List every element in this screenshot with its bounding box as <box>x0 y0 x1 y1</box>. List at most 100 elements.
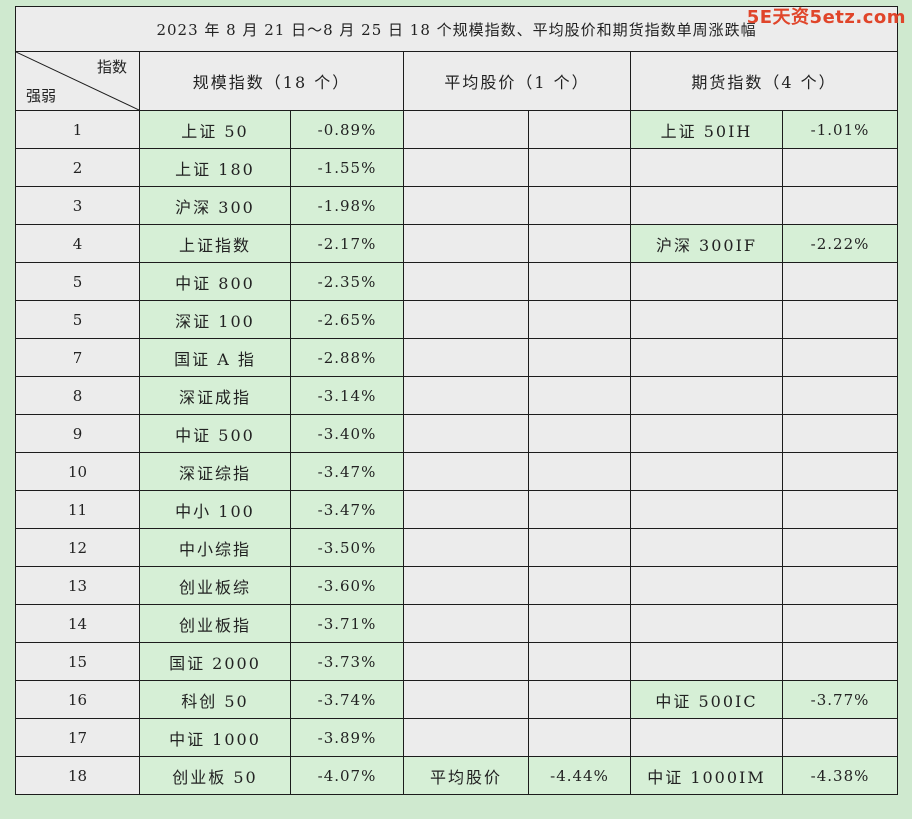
average-price-change <box>528 718 631 757</box>
futures-index-change <box>781 338 899 377</box>
rank-cell: 10 <box>15 452 140 491</box>
table-row: 7 国证 A 指 -2.88% <box>15 338 899 377</box>
average-price-change <box>528 338 631 377</box>
table-row: 14 创业板指 -3.71% <box>15 604 899 643</box>
futures-index-name <box>630 452 783 491</box>
scale-index-change: -3.50% <box>290 528 404 567</box>
average-price-change <box>528 376 631 415</box>
futures-index-name: 中证 500IC <box>630 680 783 719</box>
futures-index-change <box>781 528 899 567</box>
average-price-change <box>528 148 631 187</box>
corner-label-strength: 强弱 <box>26 87 57 105</box>
rank-cell: 18 <box>15 756 140 795</box>
table-row: 11 中小 100 -3.47% <box>15 490 899 529</box>
average-price-name <box>403 300 529 339</box>
futures-index-change <box>781 148 899 187</box>
average-price-name <box>403 604 529 643</box>
average-price-name <box>403 528 529 567</box>
table-row: 17 中证 1000 -3.89% <box>15 718 899 757</box>
table-row: 15 国证 2000 -3.73% <box>15 642 899 681</box>
futures-index-change <box>781 642 899 681</box>
scale-index-name: 深证成指 <box>139 376 291 415</box>
scale-index-name: 上证指数 <box>139 224 291 263</box>
corner-header: 指数 强弱 <box>15 51 140 111</box>
scale-index-name: 中小综指 <box>139 528 291 567</box>
header-row: 指数 强弱 规模指数（18 个） 平均股价（1 个） 期货指数（4 个） <box>15 51 899 111</box>
scale-index-name: 中小 100 <box>139 490 291 529</box>
average-price-change <box>528 414 631 453</box>
rank-cell: 13 <box>15 566 140 605</box>
rank-cell: 17 <box>15 718 140 757</box>
futures-index-change: -4.38% <box>781 756 899 795</box>
average-price-change <box>528 300 631 339</box>
futures-index-name <box>630 186 783 225</box>
rank-cell: 5 <box>15 262 140 301</box>
scale-index-change: -4.07% <box>290 756 404 795</box>
table-row: 8 深证成指 -3.14% <box>15 376 899 415</box>
table-row: 16 科创 50 -3.74% 中证 500IC -3.77% <box>15 680 899 719</box>
average-price-change <box>528 604 631 643</box>
futures-index-name <box>630 338 783 377</box>
futures-index-name <box>630 262 783 301</box>
futures-index-name: 沪深 300IF <box>630 224 783 263</box>
futures-index-name <box>630 148 783 187</box>
futures-index-name <box>630 642 783 681</box>
futures-index-change: -1.01% <box>781 110 899 149</box>
futures-index-change <box>781 718 899 757</box>
average-price-name <box>403 224 529 263</box>
average-price-change <box>528 110 631 149</box>
rank-cell: 5 <box>15 300 140 339</box>
scale-index-name: 创业板 50 <box>139 756 291 795</box>
table-row: 13 创业板综 -3.60% <box>15 566 899 605</box>
futures-index-change <box>781 452 899 491</box>
scale-index-name: 中证 1000 <box>139 718 291 757</box>
rank-cell: 4 <box>15 224 140 263</box>
table-row: 9 中证 500 -3.40% <box>15 414 899 453</box>
corner-label-index: 指数 <box>96 58 127 76</box>
scale-index-change: -3.73% <box>290 642 404 681</box>
table-row: 12 中小综指 -3.50% <box>15 528 899 567</box>
futures-index-name: 中证 1000IM <box>630 756 783 795</box>
scale-index-name: 深证综指 <box>139 452 291 491</box>
futures-index-name <box>630 490 783 529</box>
header-scale-index: 规模指数（18 个） <box>139 51 404 111</box>
futures-index-change <box>781 186 899 225</box>
scale-index-change: -0.89% <box>290 110 404 149</box>
average-price-name <box>403 262 529 301</box>
scale-index-name: 科创 50 <box>139 680 291 719</box>
table-row: 5 中证 800 -2.35% <box>15 262 899 301</box>
header-average-price: 平均股价（1 个） <box>403 51 631 111</box>
table-row: 18 创业板 50 -4.07% 平均股价 -4.44% 中证 1000IM -4.38% <box>15 756 899 795</box>
futures-index-name <box>630 718 783 757</box>
average-price-change <box>528 224 631 263</box>
average-price-name <box>403 718 529 757</box>
rank-cell: 14 <box>15 604 140 643</box>
futures-index-change <box>781 566 899 605</box>
average-price-name <box>403 338 529 377</box>
rank-cell: 7 <box>15 338 140 377</box>
scale-index-name: 上证 50 <box>139 110 291 149</box>
average-price-name <box>403 414 529 453</box>
average-price-change <box>528 642 631 681</box>
futures-index-change <box>781 414 899 453</box>
average-price-name <box>403 680 529 719</box>
scale-index-name: 中证 500 <box>139 414 291 453</box>
average-price-change <box>528 566 631 605</box>
futures-index-change: -2.22% <box>781 224 899 263</box>
average-price-name: 平均股价 <box>403 756 529 795</box>
scale-index-change: -3.14% <box>290 376 404 415</box>
average-price-change <box>528 490 631 529</box>
scale-index-change: -3.47% <box>290 490 404 529</box>
scale-index-change: -3.71% <box>290 604 404 643</box>
rank-cell: 11 <box>15 490 140 529</box>
average-price-change <box>528 452 631 491</box>
average-price-change <box>528 262 631 301</box>
scale-index-name: 国证 2000 <box>139 642 291 681</box>
futures-index-change <box>781 300 899 339</box>
futures-index-change <box>781 262 899 301</box>
scale-index-name: 深证 100 <box>139 300 291 339</box>
average-price-name <box>403 110 529 149</box>
futures-index-name <box>630 604 783 643</box>
futures-index-change <box>781 604 899 643</box>
scale-index-change: -3.40% <box>290 414 404 453</box>
